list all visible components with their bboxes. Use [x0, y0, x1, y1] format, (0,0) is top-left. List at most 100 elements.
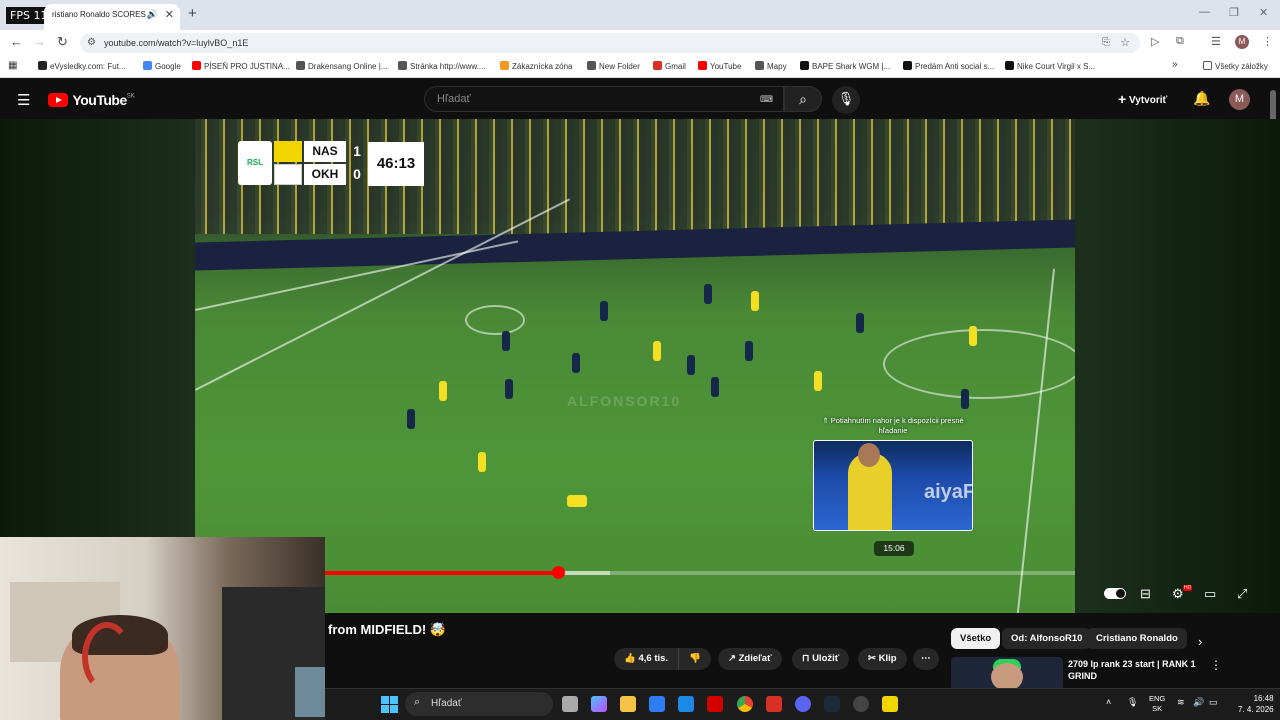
settings-gear-icon[interactable]: ⚙: [1172, 586, 1184, 602]
fullscreen-icon[interactable]: ⤢: [1237, 586, 1247, 602]
profile-avatar[interactable]: M: [1235, 35, 1249, 49]
player-figure: [814, 371, 822, 391]
bookmark-item[interactable]: PÍSEŇ PRO JUSTINA...: [192, 61, 290, 71]
extensions-icon[interactable]: ⧉: [1176, 35, 1184, 48]
battery-icon[interactable]: ▭: [1209, 697, 1218, 708]
steam-icon[interactable]: [824, 696, 840, 712]
create-button[interactable]: + Vytvoriť: [1118, 91, 1167, 107]
league-logo: RSL: [238, 141, 272, 185]
reading-list-icon[interactable]: ☰: [1211, 35, 1221, 48]
restore-button[interactable]: ❐: [1229, 6, 1239, 19]
settings-app-icon[interactable]: [853, 696, 869, 712]
back-icon[interactable]: ←: [10, 34, 23, 49]
voice-search-button[interactable]: 🎙: [832, 86, 860, 114]
dislike-button[interactable]: 👎: [678, 648, 711, 670]
bookmark-item[interactable]: Stránka http://www....: [398, 61, 486, 71]
bookmark-label: Stránka http://www....: [410, 62, 486, 71]
chip-cristiano[interactable]: Cristiano Ronaldo: [1087, 628, 1187, 649]
minimize-button[interactable]: —: [1199, 6, 1210, 18]
volume-icon[interactable]: 🔊: [1193, 697, 1204, 708]
search-input[interactable]: Hľadať ⌨: [424, 86, 784, 112]
windows-start-icon[interactable]: [381, 696, 398, 713]
account-avatar[interactable]: M: [1229, 89, 1250, 110]
apps-grid-icon[interactable]: ▦: [8, 60, 17, 71]
tray-chevron-icon[interactable]: ˄: [1106, 697, 1111, 707]
vpn-icon[interactable]: [678, 696, 694, 712]
bookmark-icon: ⊓: [802, 653, 813, 664]
language-indicator[interactable]: ENG SK: [1149, 694, 1165, 714]
save-button[interactable]: ⊓ Uložiť: [792, 648, 850, 670]
hd-badge: HD: [1183, 585, 1193, 591]
address-bar[interactable]: ⚙ youtube.com/watch?v=luylvBO_n1E ⎘ ☆: [80, 33, 1140, 53]
bookmark-favicon-icon: [587, 61, 596, 70]
like-button[interactable]: 👍 4,6 tis.: [614, 648, 679, 670]
browser-menu-icon[interactable]: ⋮: [1262, 35, 1273, 48]
more-bookmarks-button[interactable]: »: [1172, 59, 1178, 70]
recommended-menu-icon[interactable]: ⋮: [1210, 658, 1222, 672]
scrubber-handle[interactable]: [551, 566, 565, 579]
taskbar-search[interactable]: ⌕ Hľadať: [405, 692, 553, 716]
seek-hint-text: Potiahnutím nahor je k dispozícii presné…: [830, 416, 964, 435]
tab-close-button[interactable]: ✕: [165, 8, 174, 21]
notes-icon[interactable]: [882, 696, 898, 712]
youtube-logo[interactable]: YouTubeSK: [48, 91, 135, 108]
close-window-button[interactable]: ✕: [1259, 6, 1268, 19]
bookmark-item[interactable]: Nike Court Virgil x S...: [1005, 61, 1095, 71]
discord-icon[interactable]: [795, 696, 811, 712]
autoplay-toggle[interactable]: [1104, 588, 1126, 599]
bookmark-favicon-icon: [192, 61, 201, 70]
bookmark-item[interactable]: Google: [143, 61, 181, 71]
seek-hint: ⇑ Potiahnutím nahor je k dispozícii pres…: [808, 416, 978, 436]
clip-button[interactable]: ✂ Klip: [858, 648, 907, 670]
webcam-overlay: [0, 537, 325, 720]
tray-mic-icon[interactable]: 🎙: [1127, 697, 1138, 708]
bookmark-item[interactable]: New Folder: [587, 61, 640, 71]
bookmark-item[interactable]: Predám Anti social s...: [903, 61, 994, 71]
netflix-icon[interactable]: [707, 696, 723, 712]
bookmark-item[interactable]: BAPE Shark WGM |...: [800, 61, 890, 71]
new-tab-button[interactable]: +: [188, 5, 197, 22]
keyboard-icon[interactable]: ⌨: [760, 94, 773, 105]
bookmark-star-icon[interactable]: ☆: [1120, 36, 1130, 49]
player-figure: [478, 452, 486, 472]
chevron-right-icon[interactable]: ›: [1198, 634, 1202, 649]
search-button[interactable]: ⌕: [784, 86, 822, 112]
share-button[interactable]: ↗ Zdieľať: [718, 648, 782, 670]
chrome-icon[interactable]: [737, 696, 753, 712]
wifi-icon[interactable]: ≋: [1177, 697, 1185, 708]
more-actions-button[interactable]: ⋯: [913, 648, 939, 670]
chip-all[interactable]: Všetko: [951, 628, 1001, 649]
all-bookmarks-button[interactable]: Všetky záložky: [1203, 61, 1268, 71]
copilot-icon[interactable]: [591, 696, 607, 712]
bookmark-item[interactable]: Mapy: [755, 61, 787, 71]
bookmark-item[interactable]: Drakensang Online |...: [296, 61, 387, 71]
site-info-icon[interactable]: ⚙: [87, 37, 96, 48]
store-icon[interactable]: [649, 696, 665, 712]
task-view-icon[interactable]: [562, 696, 578, 712]
bookmark-item[interactable]: Gmail: [653, 61, 686, 71]
speaker-icon[interactable]: 🔊: [147, 9, 158, 20]
away-team: OKH: [304, 164, 346, 185]
like-count: 4,6 tis.: [638, 653, 669, 664]
bookmark-item[interactable]: eVysledky.com: Fut...: [38, 61, 126, 71]
search-icon: ⌕: [799, 91, 807, 107]
bookmark-item[interactable]: YouTube: [698, 61, 741, 71]
file-explorer-icon[interactable]: [620, 696, 636, 712]
system-clock[interactable]: 16:48 7. 4. 2026: [1238, 693, 1274, 715]
reload-icon[interactable]: ↻: [57, 34, 68, 50]
chip-from-channel[interactable]: Od: AlfonsoR10: [1002, 628, 1092, 649]
install-icon[interactable]: ⎘: [1102, 37, 1110, 48]
recommended-title[interactable]: 2709 lp rank 23 start | RANK 1 GRIND: [1068, 658, 1203, 682]
menu-icon[interactable]: ☰: [17, 91, 30, 109]
youtube-play-icon: [48, 92, 68, 107]
arrow-up-icon: ⇑: [822, 416, 831, 425]
recommended-thumbnail[interactable]: [951, 657, 1063, 690]
notifications-bell-icon[interactable]: 🔔: [1193, 90, 1210, 107]
cast-icon[interactable]: ▷: [1151, 35, 1159, 48]
bookmark-item[interactable]: Zákaznícka zóna: [500, 61, 572, 71]
subtitles-icon[interactable]: ⊟: [1140, 586, 1151, 602]
forward-icon[interactable]: →: [33, 34, 46, 49]
browser-tab[interactable]: ristiano Ronaldo SCORES 🔊 ✕: [44, 4, 180, 30]
theater-mode-icon[interactable]: ▭: [1204, 586, 1216, 602]
app-l-icon[interactable]: [766, 696, 782, 712]
